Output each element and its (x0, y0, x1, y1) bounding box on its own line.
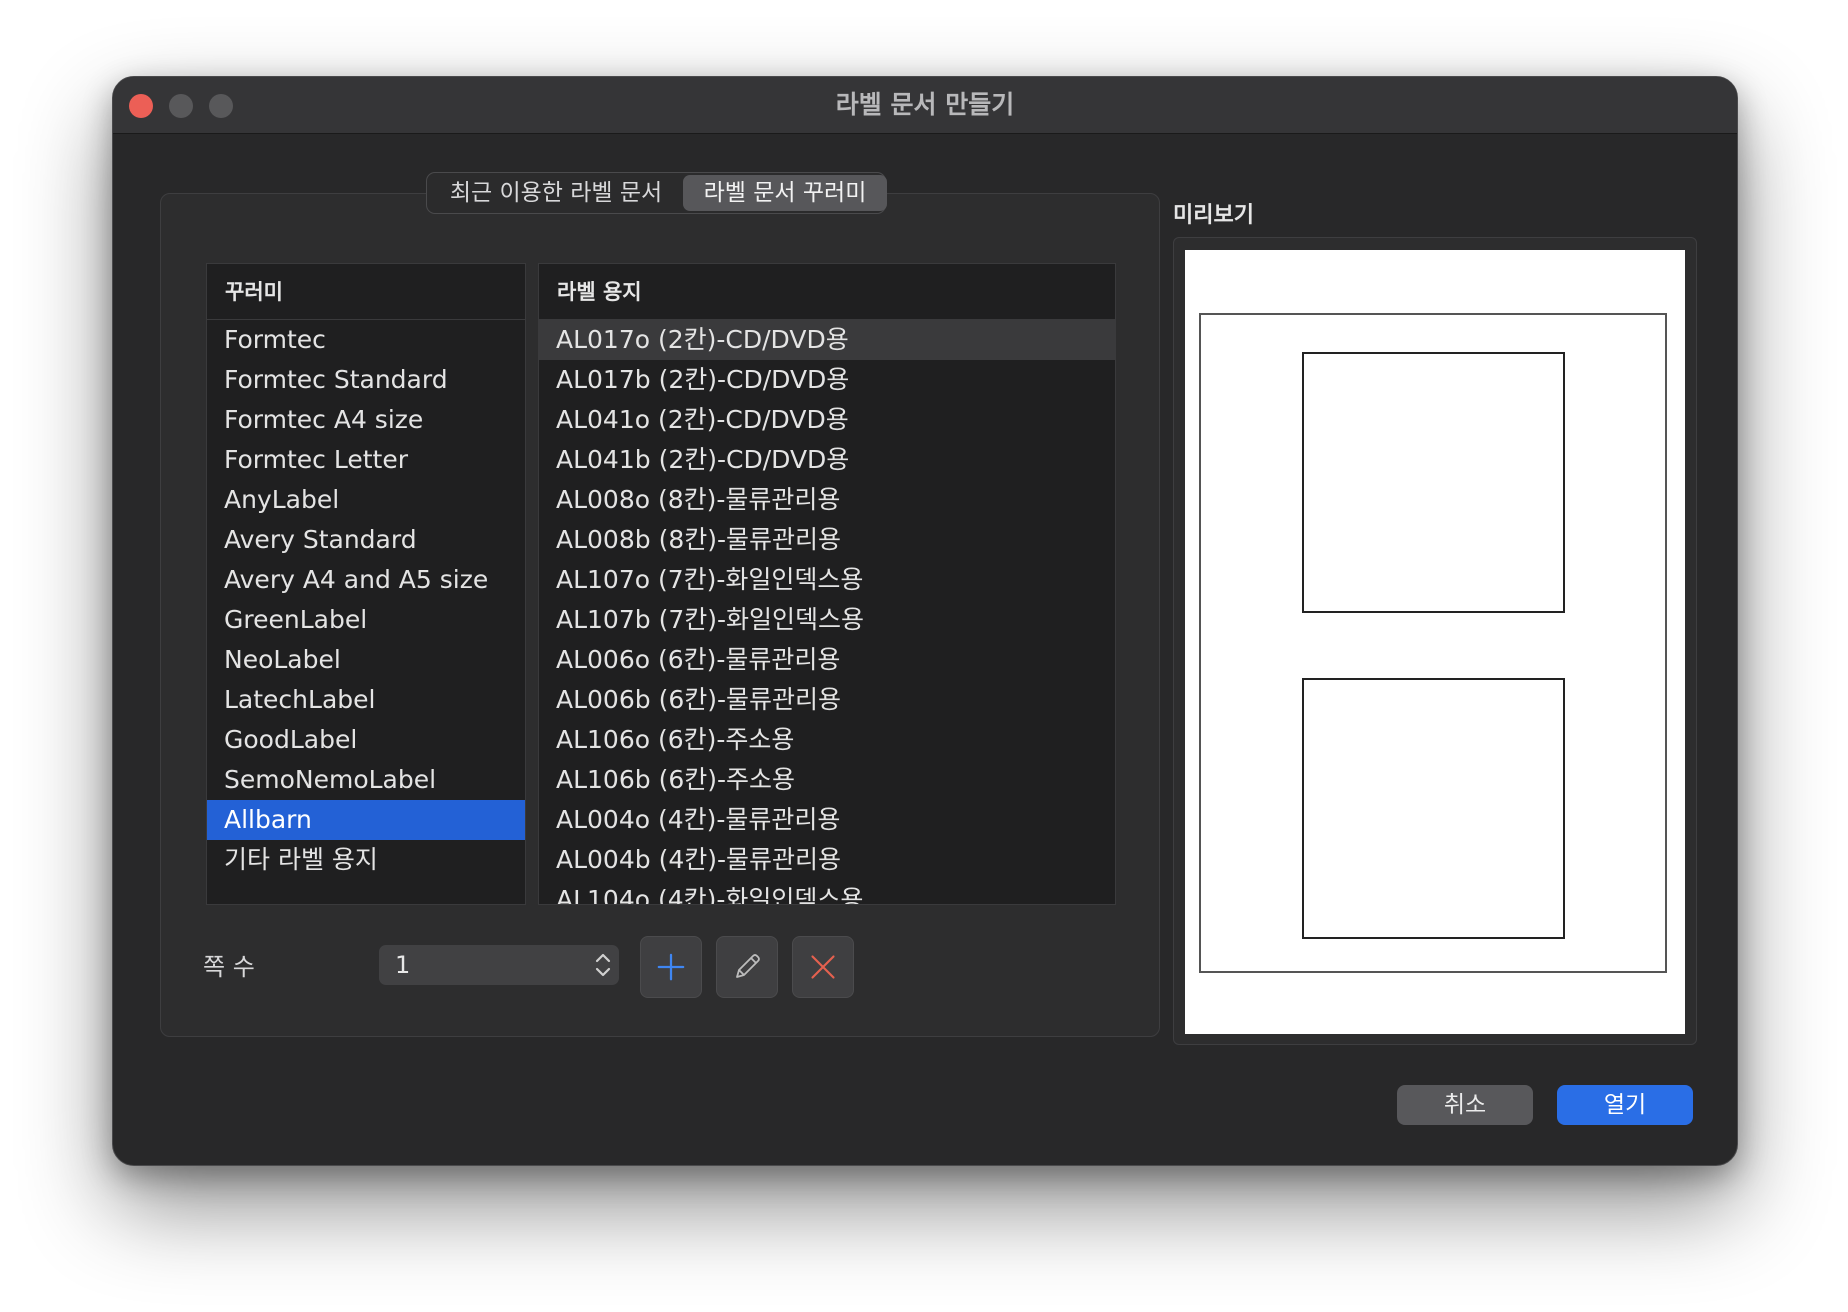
paper-list-item[interactable]: AL106o (6칸)-주소용 (539, 720, 1115, 760)
tab-switcher: 최근 이용한 라벨 문서 라벨 문서 꾸러미 (426, 172, 887, 214)
label-cell (1302, 352, 1565, 613)
brand-list-item[interactable]: Formtec A4 size (207, 400, 525, 440)
stepper-arrows-icon[interactable] (593, 949, 613, 981)
brand-list-item[interactable]: GreenLabel (207, 600, 525, 640)
paper-list-item[interactable]: AL008b (8칸)-물류관리용 (539, 520, 1115, 560)
title-bar: 라벨 문서 만들기 (113, 77, 1737, 134)
delete-label-button[interactable] (792, 936, 854, 998)
paper-list-item[interactable]: AL006b (6칸)-물류관리용 (539, 680, 1115, 720)
brand-list-item[interactable]: Avery Standard (207, 520, 525, 560)
cancel-button[interactable]: 취소 (1397, 1085, 1533, 1125)
tab-recent-documents[interactable]: 최근 이용한 라벨 문서 (429, 175, 683, 211)
dialog-window: 라벨 문서 만들기 최근 이용한 라벨 문서 라벨 문서 꾸러미 꾸러미 For… (112, 76, 1738, 1166)
paper-rows: AL017o (2칸)-CD/DVD용 AL017b (2칸)-CD/DVD용 AL… (539, 320, 1115, 904)
paper-list-item[interactable]: AL004b (4칸)-물류관리용 (539, 840, 1115, 880)
paper-list-item[interactable]: AL006o (6칸)-물류관리용 (539, 640, 1115, 680)
paper-list-header: 라벨 용지 (539, 264, 1115, 320)
label-layout-preview (1199, 313, 1667, 973)
window-title: 라벨 문서 만들기 (835, 90, 1015, 119)
plus-icon (657, 953, 685, 981)
pencil-icon (736, 954, 760, 978)
page-count-value: 1 (395, 951, 411, 979)
brand-rows: Formtec Formtec Standard Formtec A4 size Fo… (207, 320, 525, 880)
close-x-icon (811, 955, 835, 979)
label-cell (1302, 678, 1565, 939)
brand-list-item[interactable]: Formtec Letter (207, 440, 525, 480)
brand-list-item[interactable]: AnyLabel (207, 480, 525, 520)
brand-list-item[interactable]: Formtec (207, 320, 525, 360)
paper-list[interactable]: 라벨 용지 AL017o (2칸)-CD/DVD용 AL017b (2칸)-CD/… (538, 263, 1116, 905)
paper-list-item[interactable]: AL004o (4칸)-물류관리용 (539, 800, 1115, 840)
page-count-label: 쪽 수 (203, 953, 255, 981)
brand-list-header: 꾸러미 (207, 264, 525, 320)
brand-list-item[interactable]: Formtec Standard (207, 360, 525, 400)
brand-list-item[interactable]: GoodLabel (207, 720, 525, 760)
preview-frame (1173, 237, 1697, 1045)
paper-list-item[interactable]: AL106b (6칸)-주소용 (539, 760, 1115, 800)
preview-title: 미리보기 (1173, 203, 1254, 228)
brand-list-item[interactable]: SemoNemoLabel (207, 760, 525, 800)
paper-list-item[interactable]: AL107b (7칸)-화일인덱스용 (539, 600, 1115, 640)
add-label-button[interactable] (640, 936, 702, 998)
paper-list-item[interactable]: AL017o (2칸)-CD/DVD용 (539, 320, 1115, 360)
brand-list-item[interactable]: Avery A4 and A5 size (207, 560, 525, 600)
tab-label-package[interactable]: 라벨 문서 꾸러미 (683, 175, 887, 211)
brand-list[interactable]: 꾸러미 Formtec Formtec Standard Formtec A4 si… (206, 263, 526, 905)
open-button[interactable]: 열기 (1557, 1085, 1693, 1125)
brand-list-item[interactable]: 기타 라벨 용지 (207, 840, 525, 880)
paper-list-item[interactable]: AL107o (7칸)-화일인덱스용 (539, 560, 1115, 600)
paper-list-item[interactable]: AL008o (8칸)-물류관리용 (539, 480, 1115, 520)
preview-page (1185, 250, 1685, 1034)
paper-list-item[interactable]: AL041b (2칸)-CD/DVD용 (539, 440, 1115, 480)
brand-list-item[interactable]: NeoLabel (207, 640, 525, 680)
paper-list-item[interactable]: AL041o (2칸)-CD/DVD용 (539, 400, 1115, 440)
paper-list-item[interactable]: AL104o (4칸)-화일인덱스용 (539, 880, 1115, 904)
edit-label-button[interactable] (716, 936, 778, 998)
brand-list-item[interactable]: LatechLabel (207, 680, 525, 720)
paper-list-item[interactable]: AL017b (2칸)-CD/DVD용 (539, 360, 1115, 400)
brand-list-item[interactable]: Allbarn (207, 800, 525, 840)
sheet-outline (1199, 313, 1667, 973)
page-count-stepper[interactable]: 1 (379, 945, 619, 985)
